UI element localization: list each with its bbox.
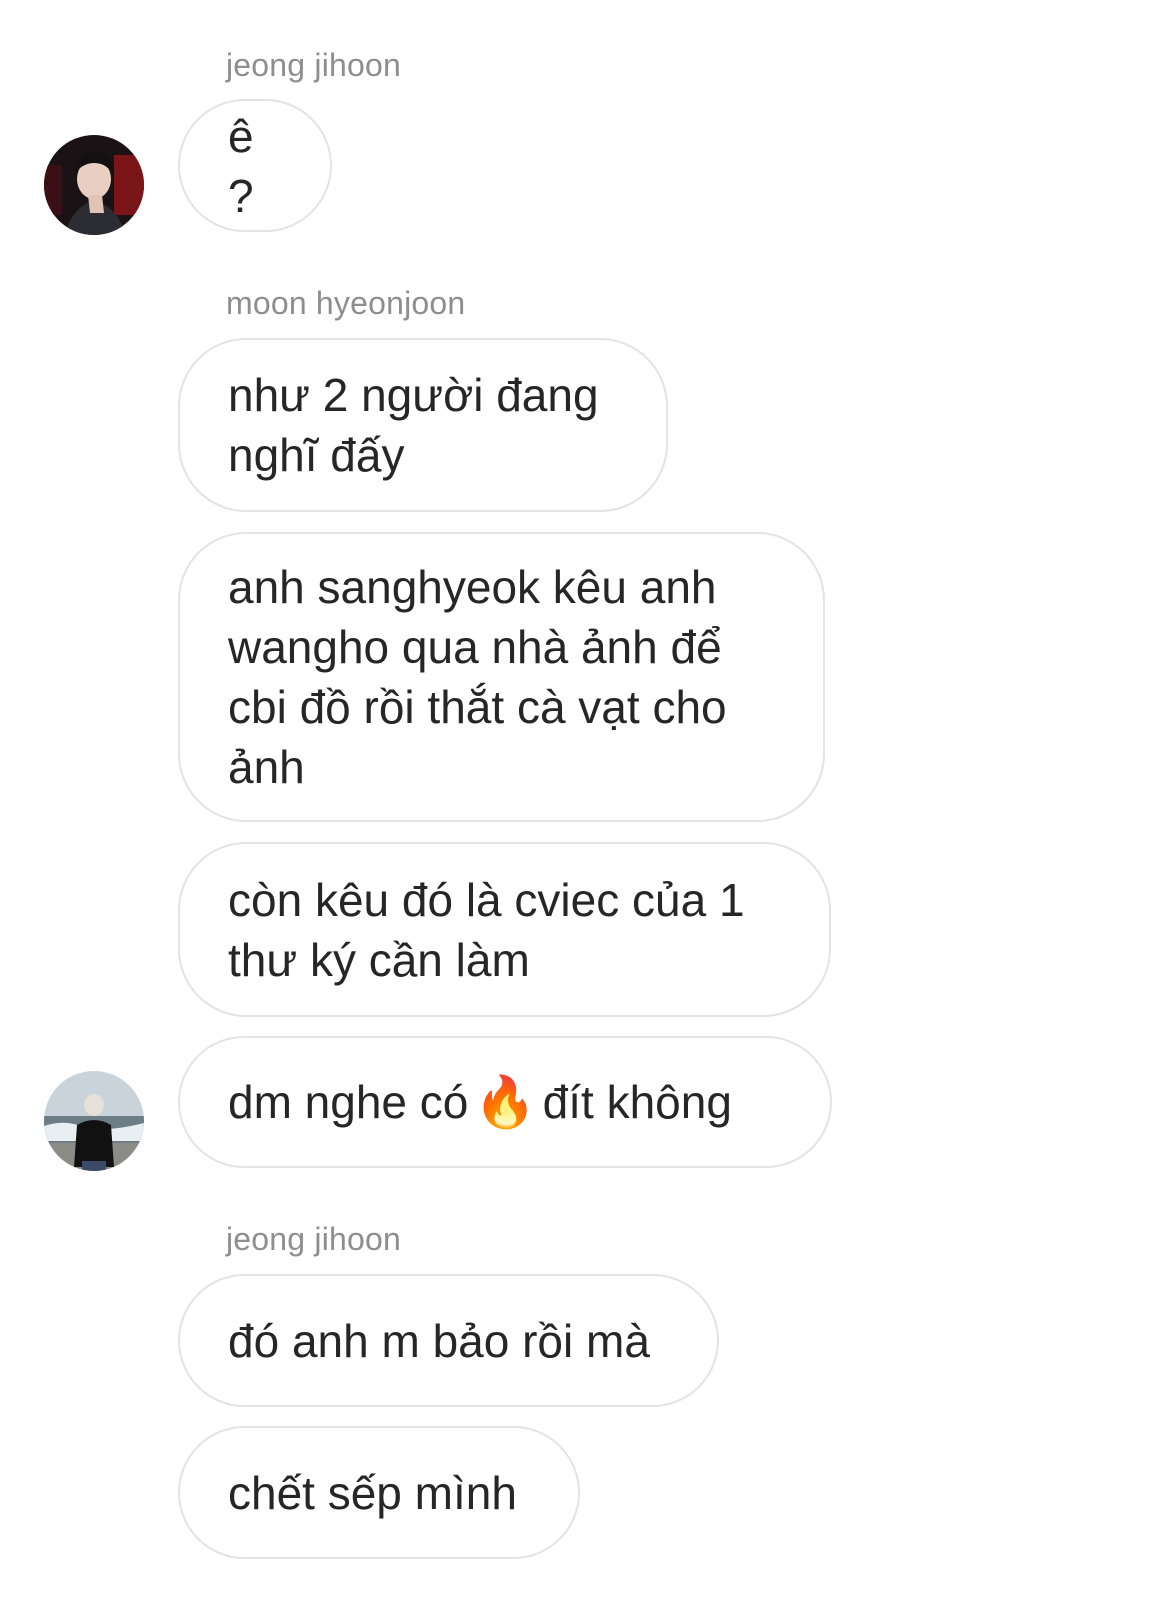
- message-text: ê ?: [228, 109, 267, 222]
- profile-photo-icon: [44, 1071, 144, 1171]
- message-text: anh sanghyeok kêu anh wangho qua nhà ảnh…: [228, 561, 727, 793]
- message-bubble[interactable]: như 2 người đang nghĩ đấy: [178, 338, 668, 512]
- profile-photo-icon: [44, 135, 144, 235]
- message-text-before-emoji: dm nghe có: [228, 1076, 469, 1128]
- message-bubble[interactable]: còn kêu đó là cviec của 1 thư ký cần làm: [178, 842, 831, 1017]
- message-bubble[interactable]: chết sếp mình: [178, 1426, 580, 1559]
- sender-name: jeong jihoon: [226, 47, 401, 83]
- message-text: như 2 người đang nghĩ đấy: [228, 369, 599, 481]
- avatar-moon-hyeonjoon[interactable]: [44, 1071, 144, 1171]
- fire-icon: 🔥: [474, 1073, 537, 1131]
- message-bubble[interactable]: dm nghe có 🔥 đít không: [178, 1036, 832, 1168]
- message-bubble[interactable]: đó anh m bảo rồi mà: [178, 1274, 719, 1407]
- message-text: chết sếp mình: [228, 1466, 517, 1519]
- sender-name: moon hyeonjoon: [226, 285, 466, 321]
- message-text: còn kêu đó là cviec của 1 thư ký cần làm: [228, 873, 745, 986]
- message-bubble[interactable]: ê ?: [178, 99, 332, 232]
- message-text: đó anh m bảo rồi mà: [228, 1314, 650, 1367]
- message-text-after-emoji: đít không: [542, 1076, 732, 1128]
- message-bubble[interactable]: anh sanghyeok kêu anh wangho qua nhà ảnh…: [178, 532, 825, 822]
- sender-name: jeong jihoon: [226, 1221, 401, 1257]
- avatar-jeong-jihoon[interactable]: [44, 135, 144, 235]
